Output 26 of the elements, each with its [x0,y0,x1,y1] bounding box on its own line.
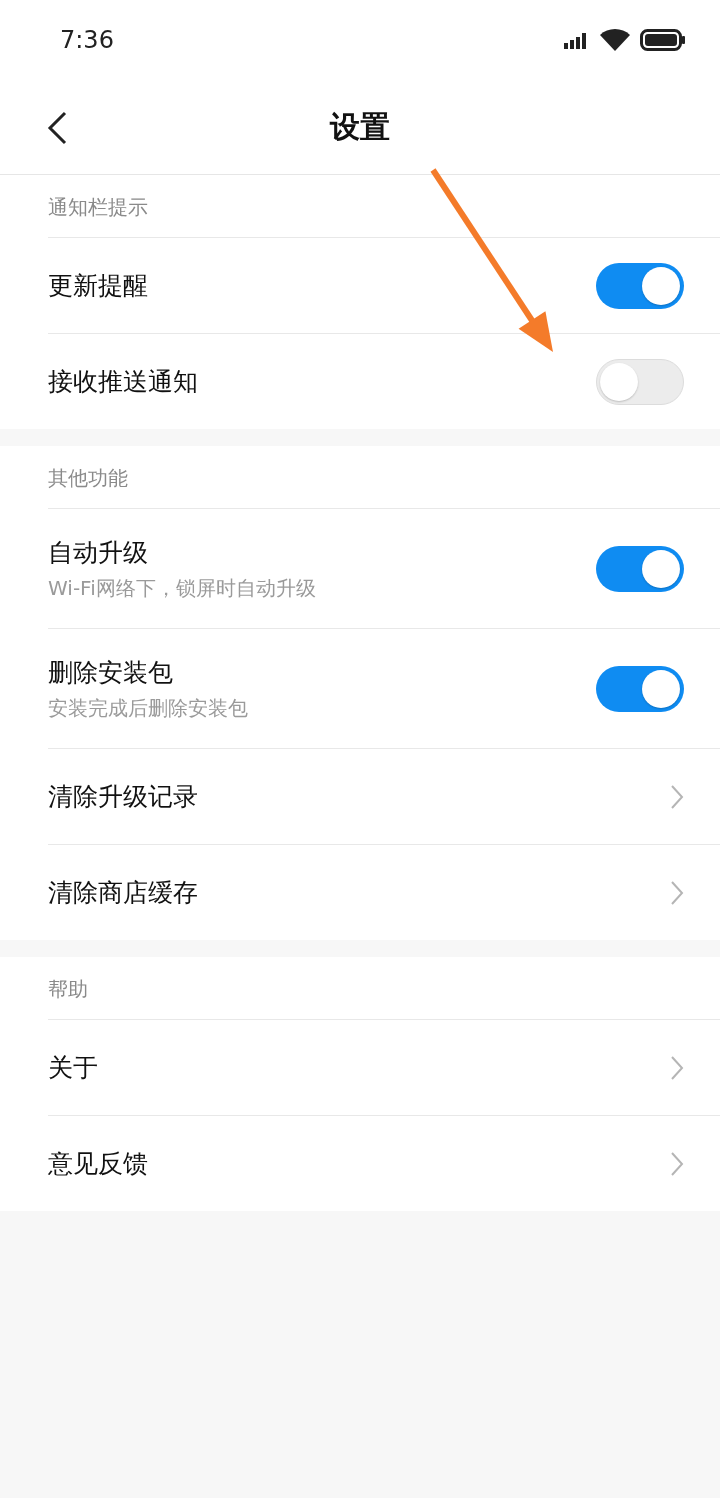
toggle-switch[interactable] [596,665,684,712]
status-time: 7:36 [60,26,115,54]
chevron-right-icon [670,1150,684,1177]
toggle-switch[interactable] [596,262,684,309]
setting-label: 意见反馈 [48,1148,149,1180]
chevron-right-icon [670,783,684,810]
page-title: 设置 [330,107,390,146]
toggle-switch[interactable] [596,358,684,405]
wifi-icon [600,29,630,51]
setting-label: 清除升级记录 [48,781,199,813]
setting-label: 更新提醒 [48,270,149,302]
section-header: 其他功能 [47,465,129,492]
battery-icon [640,29,686,51]
setting-label: 关于 [48,1052,99,1084]
setting-description: Wi-Fi网络下，锁屏时自动升级 [48,574,317,602]
back-icon[interactable] [46,111,68,145]
chevron-right-icon [670,879,684,906]
toggle-switch[interactable] [596,545,684,592]
setting-label: 清除商店缓存 [48,877,199,909]
section-header: 帮助 [47,976,89,1003]
setting-label: 自动升级 [48,536,149,569]
setting-label: 接收推送通知 [48,366,199,398]
setting-label: 删除安装包 [48,656,174,689]
section-header: 通知栏提示 [47,194,149,221]
setting-description: 安装完成后删除安装包 [48,694,249,722]
chevron-right-icon [670,1054,684,1081]
